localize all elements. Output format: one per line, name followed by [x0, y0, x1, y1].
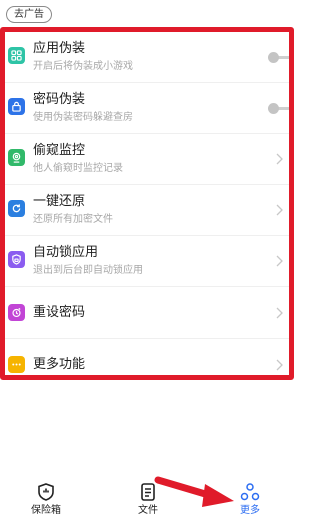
list-item-title: 应用伪装	[33, 41, 86, 56]
annotation-arrow	[154, 476, 234, 507]
list-item-one-key-restore[interactable]: 一键还原 还原所有加密文件	[5, 185, 289, 236]
list-item-title: 重设密码	[33, 305, 86, 320]
list-item-subtitle: 退出到后台即自动锁应用	[33, 265, 143, 276]
chevron-right-icon	[276, 307, 283, 319]
vault-icon	[38, 483, 54, 501]
list-item-title: 自动锁应用	[33, 245, 99, 260]
more-dots-icon	[8, 356, 25, 373]
reset-key-icon	[8, 304, 25, 321]
list-item-title: 更多功能	[33, 357, 86, 372]
list-item-peek-monitor[interactable]: 偷窥监控 他人偷窥时监控记录	[5, 134, 289, 185]
list-item-more-features[interactable]: 更多功能	[5, 339, 289, 391]
restore-icon	[8, 200, 25, 217]
remove-ads-button[interactable]: 去广告	[6, 6, 52, 23]
list-item-subtitle: 还原所有加密文件	[33, 214, 113, 225]
chevron-right-icon	[276, 153, 283, 165]
app-disguise-toggle[interactable]	[268, 52, 294, 63]
chevron-right-icon	[276, 359, 283, 371]
password-disguise-toggle[interactable]	[268, 103, 294, 114]
list-item-app-disguise[interactable]: 应用伪装 开启后将伪装成小游戏	[5, 32, 294, 83]
camera-icon	[8, 149, 25, 166]
list-item-password-disguise[interactable]: 密码伪装 使用伪装密码躲避查房	[5, 83, 294, 134]
shield-lock-icon	[8, 251, 25, 268]
grid-apps-icon	[8, 47, 25, 64]
list-item-reset-password[interactable]: 重设密码	[5, 287, 289, 339]
feature-list: 应用伪装 开启后将伪装成小游戏 密码伪装 使用伪装密码躲避查房 偷窥监控 他人偷…	[0, 27, 294, 391]
screen: 去广告 应用伪装 开启后将伪装成小游戏 密码伪装 使用伪装密码躲避查房 偷窥监控…	[0, 0, 300, 516]
chevron-right-icon	[276, 204, 283, 216]
list-item-title: 密码伪装	[33, 92, 86, 107]
list-item-subtitle: 他人偷窥时监控记录	[33, 163, 123, 174]
list-item-title: 偷窥监控	[33, 143, 86, 158]
more-nodes-icon	[240, 483, 260, 501]
list-item-auto-lock-app[interactable]: 自动锁应用 退出到后台即自动锁应用	[5, 236, 289, 287]
list-item-subtitle: 使用伪装密码躲避查房	[33, 112, 133, 123]
chevron-right-icon	[276, 255, 283, 267]
nav-tab-label: 保险箱	[31, 505, 61, 516]
lock-icon	[8, 98, 25, 115]
list-item-subtitle: 开启后将伪装成小游戏	[33, 61, 133, 72]
list-item-title: 一键还原	[33, 194, 86, 209]
nav-tab-vault[interactable]: 保险箱	[16, 482, 76, 516]
